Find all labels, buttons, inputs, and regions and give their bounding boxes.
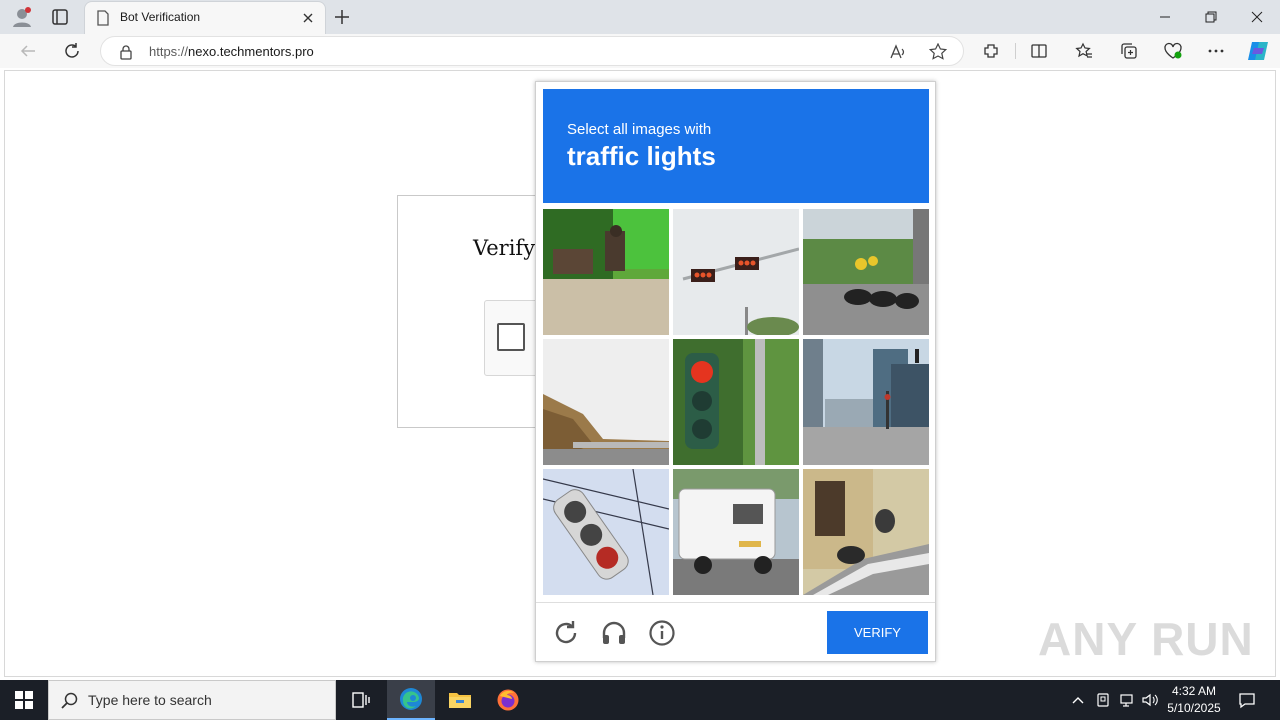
toolbar-divider <box>1015 43 1016 59</box>
start-button[interactable] <box>0 680 48 720</box>
copilot-icon[interactable] <box>1244 38 1272 64</box>
captcha-dialog: Select all images with traffic lights VE… <box>535 81 936 662</box>
refresh-icon[interactable] <box>58 38 86 64</box>
captcha-tile-4[interactable] <box>543 339 669 465</box>
captcha-tile-3[interactable] <box>803 209 929 335</box>
minimize-button[interactable] <box>1142 4 1188 30</box>
verify-button[interactable]: VERIFY <box>827 611 928 654</box>
system-clock[interactable]: 4:32 AM 5/10/2025 <box>1165 683 1223 717</box>
collections-icon[interactable] <box>1115 38 1143 64</box>
captcha-tile-8[interactable] <box>673 469 799 595</box>
captcha-target: traffic lights <box>567 141 716 171</box>
task-view-icon[interactable] <box>338 680 384 720</box>
favorites-icon[interactable] <box>1070 38 1098 64</box>
info-icon[interactable] <box>647 618 677 648</box>
edge-taskbar-icon[interactable] <box>387 680 435 720</box>
more-options-icon[interactable] <box>1202 38 1230 64</box>
network-icon[interactable] <box>1116 680 1136 720</box>
tab-title: Bot Verification <box>120 10 201 24</box>
card-title: Verifyi <box>473 236 542 260</box>
close-tab-icon[interactable] <box>299 9 317 27</box>
audio-challenge-icon[interactable] <box>599 618 629 648</box>
search-icon <box>61 692 79 714</box>
notifications-icon[interactable] <box>1232 680 1262 720</box>
verify-checkbox[interactable] <box>497 323 525 351</box>
anyrun-watermark: ANY RUN <box>1038 613 1254 665</box>
restore-button[interactable] <box>1188 4 1234 30</box>
captcha-footer-divider <box>536 602 935 603</box>
taskbar-search[interactable]: Type here to search <box>48 680 336 720</box>
search-placeholder: Type here to search <box>88 692 212 708</box>
file-explorer-icon[interactable] <box>437 680 483 720</box>
clock-date: 5/10/2025 <box>1167 701 1221 715</box>
tab-actions-icon[interactable] <box>46 5 74 29</box>
windows-taskbar: Type here to search 4:32 AM 5/10/2025 <box>0 680 1280 720</box>
captcha-header: Select all images with traffic lights <box>543 89 929 203</box>
profile-icon[interactable] <box>8 5 36 29</box>
back-arrow-icon[interactable] <box>14 38 42 64</box>
captcha-tile-5[interactable] <box>673 339 799 465</box>
volume-icon[interactable] <box>1139 680 1161 720</box>
refresh-challenge-icon[interactable] <box>551 618 581 648</box>
chevron-up-icon[interactable] <box>1068 680 1088 720</box>
captcha-tile-6[interactable] <box>803 339 929 465</box>
browser-essentials-icon[interactable] <box>1159 38 1187 64</box>
url-prefix: https:// <box>149 44 189 59</box>
page-icon <box>96 10 110 30</box>
address-toolbar: https://nexo.techmentors.pro <box>0 34 1280 68</box>
firefox-icon[interactable] <box>485 680 531 720</box>
favorite-star-icon[interactable] <box>928 42 948 65</box>
read-aloud-icon[interactable] <box>889 43 907 65</box>
captcha-tile-9[interactable] <box>803 469 929 595</box>
device-icon[interactable] <box>1093 680 1113 720</box>
captcha-instruction: Select all images with <box>567 121 712 138</box>
address-bar[interactable]: https://nexo.techmentors.pro <box>100 36 964 66</box>
captcha-tile-1[interactable] <box>543 209 669 335</box>
split-screen-icon[interactable] <box>1025 38 1053 64</box>
extensions-icon[interactable] <box>977 38 1005 64</box>
clock-time: 4:32 AM <box>1171 684 1217 698</box>
browser-tab-bar: Bot Verification <box>0 0 1280 34</box>
lock-icon[interactable] <box>119 44 133 64</box>
new-tab-button[interactable] <box>330 5 354 29</box>
close-window-button[interactable] <box>1234 4 1280 30</box>
url-text[interactable]: https://nexo.techmentors.pro <box>149 44 314 59</box>
captcha-tile-7[interactable] <box>543 469 669 595</box>
tab-bot-verification[interactable]: Bot Verification <box>84 1 326 34</box>
url-host: nexo.techmentors.pro <box>188 44 314 59</box>
captcha-tile-2[interactable] <box>673 209 799 335</box>
